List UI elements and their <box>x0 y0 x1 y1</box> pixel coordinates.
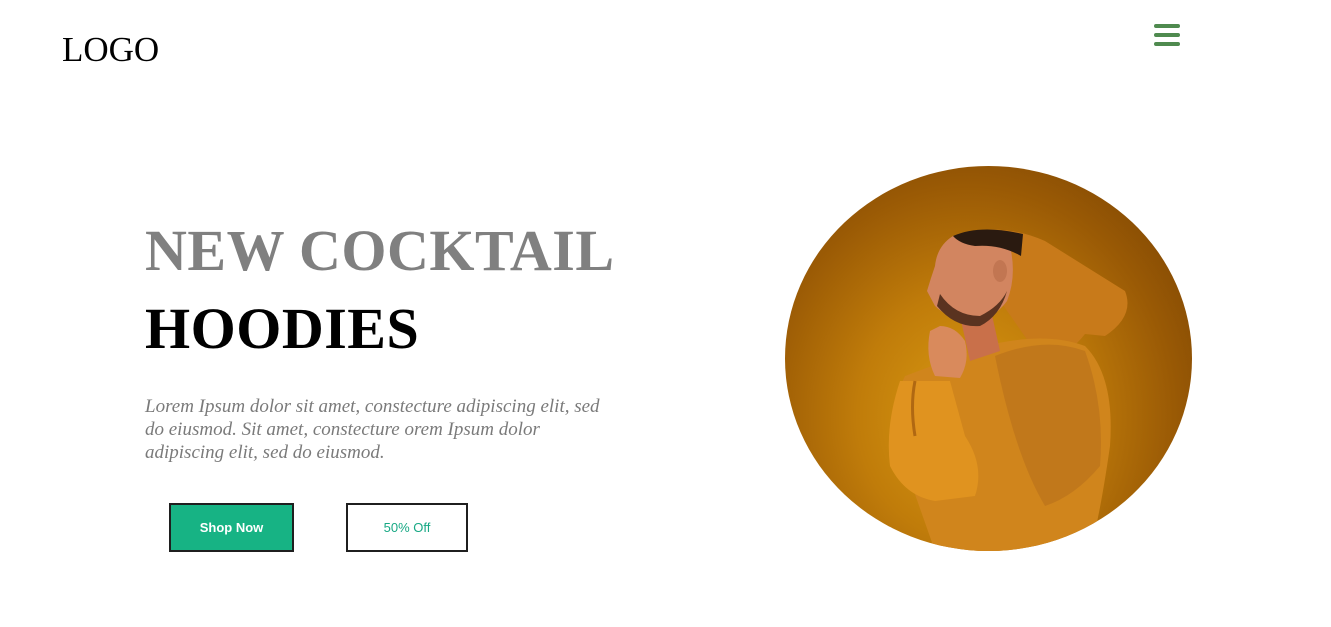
headline-new-cocktail: NEW COCKTAIL <box>145 218 615 283</box>
hamburger-menu-icon[interactable] <box>1152 22 1182 50</box>
headline-hoodies: HOODIES <box>145 296 420 361</box>
man-in-hoodie-illustration <box>888 229 1128 551</box>
hero-description: Lorem Ipsum dolor sit amet, constecture … <box>145 396 600 463</box>
shop-now-button[interactable]: Shop Now <box>169 503 294 552</box>
discount-button[interactable]: 50% Off <box>346 503 468 552</box>
logo[interactable]: LOGO <box>62 30 159 70</box>
hero-image <box>785 166 1192 551</box>
